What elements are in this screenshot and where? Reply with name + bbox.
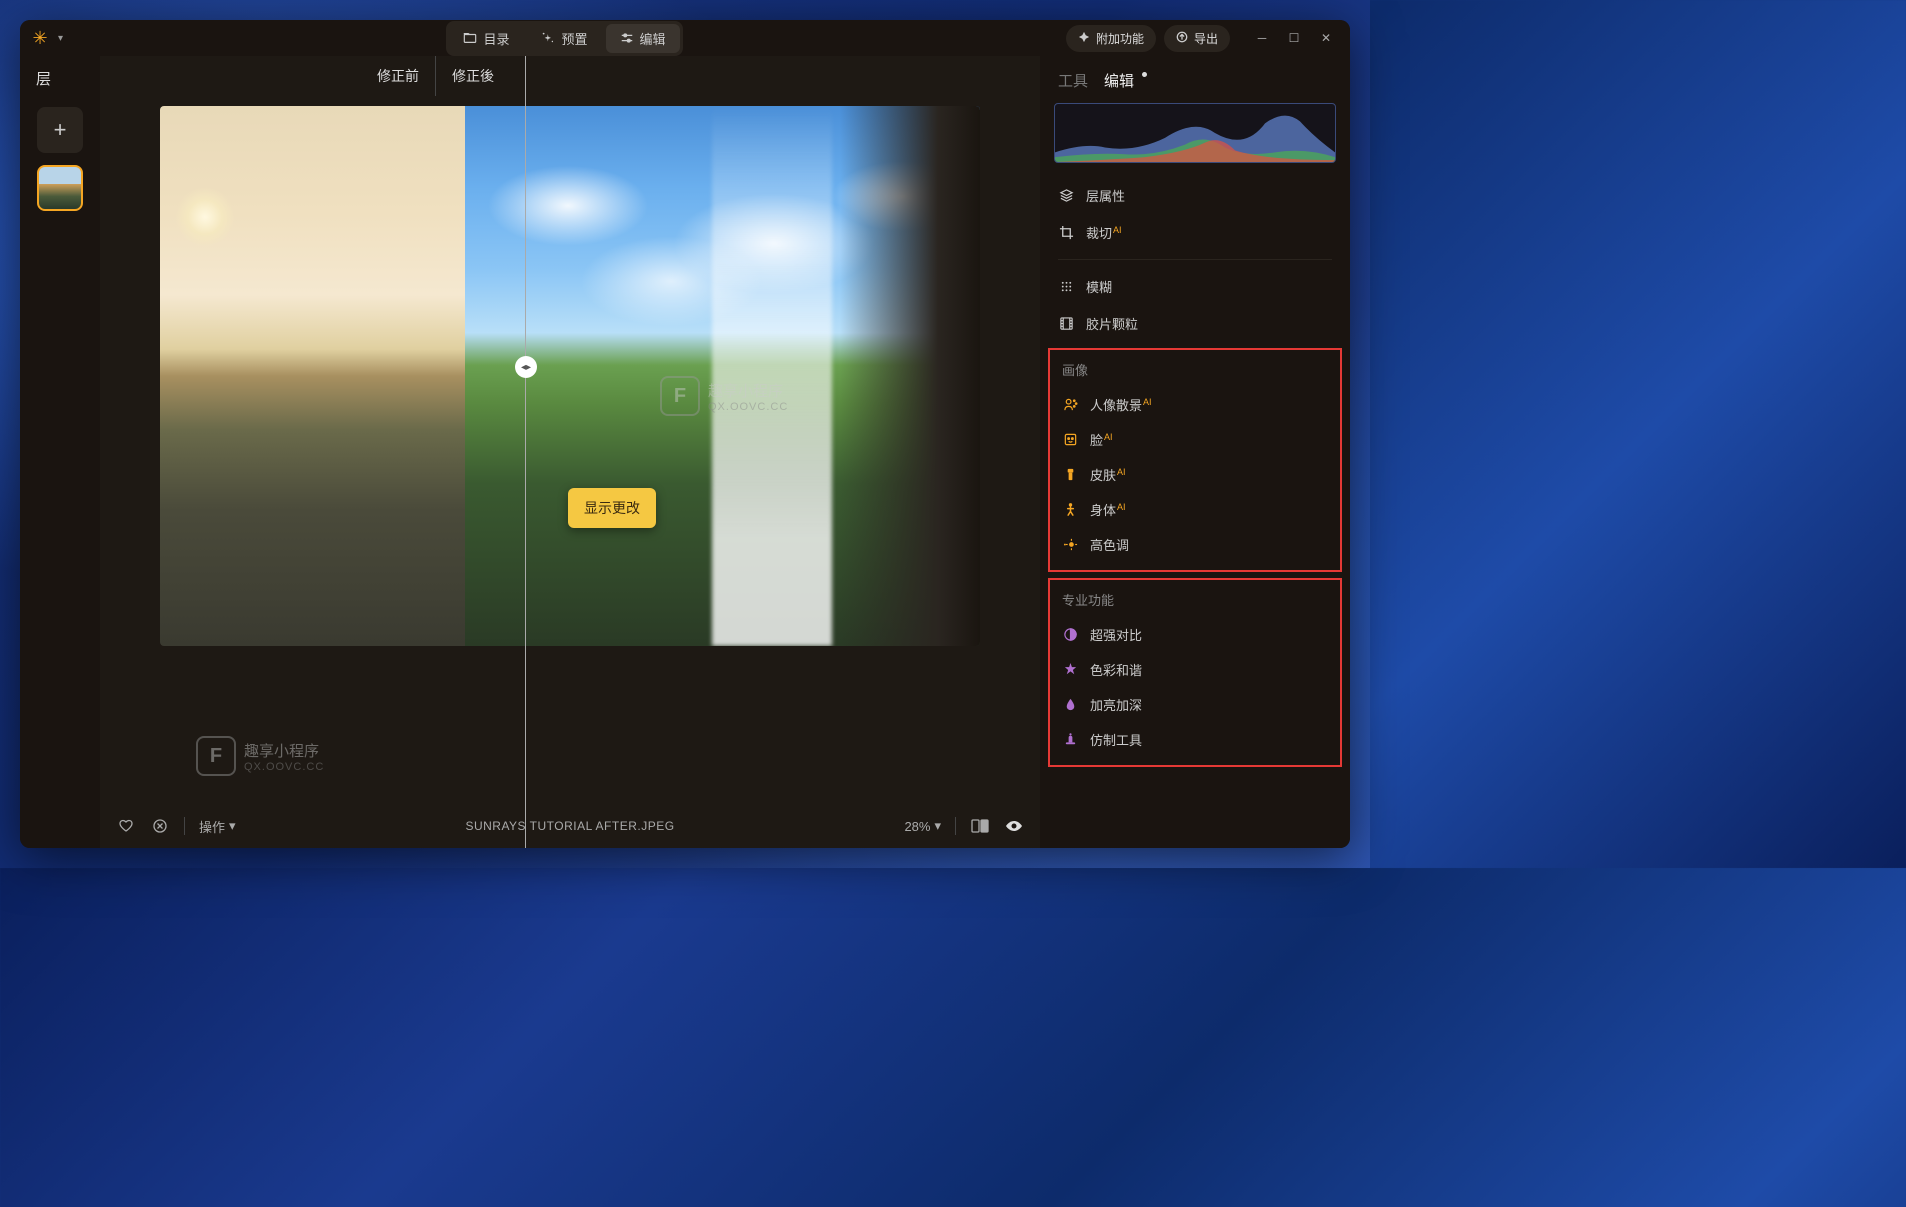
canvas-panel: 修正前 修正後 ◂▸ 显示更改 F 趣享小程序QX bbox=[100, 56, 1040, 848]
tab-edit-label: 编辑 bbox=[640, 29, 666, 48]
app-logo-icon[interactable]: ✳ bbox=[28, 26, 52, 50]
film-icon bbox=[1058, 316, 1074, 332]
tool-label: 超强对比 bbox=[1090, 625, 1142, 644]
section-title: 专业功能 bbox=[1050, 588, 1340, 617]
edit-modified-dot bbox=[1142, 72, 1147, 77]
rp-tab-tools[interactable]: 工具 bbox=[1058, 70, 1088, 91]
extras-button[interactable]: 附加功能 bbox=[1066, 25, 1156, 52]
tool-clone[interactable]: 仿制工具 bbox=[1050, 722, 1340, 757]
show-changes-tooltip: 显示更改 bbox=[568, 488, 656, 528]
body-icon bbox=[1062, 502, 1078, 518]
tool-label: 胶片颗粒 bbox=[1086, 314, 1138, 333]
tool-label: 高色调 bbox=[1090, 535, 1129, 554]
layers-title: 层 bbox=[20, 68, 51, 89]
export-label: 导出 bbox=[1194, 30, 1218, 47]
tool-contrast[interactable]: 超强对比 bbox=[1050, 617, 1340, 652]
blur-icon bbox=[1058, 279, 1074, 295]
tool-harmony[interactable]: 色彩和谐 bbox=[1050, 652, 1340, 687]
skin-icon bbox=[1062, 467, 1078, 483]
reject-icon[interactable] bbox=[150, 816, 170, 836]
compare-handle[interactable]: ◂▸ bbox=[515, 356, 537, 378]
after-label: 修正後 bbox=[436, 66, 1040, 86]
folder-icon bbox=[463, 31, 477, 45]
chevron-down-icon: ▾ bbox=[229, 818, 236, 834]
compare-toggle-icon[interactable] bbox=[970, 816, 990, 836]
layers-icon bbox=[1058, 188, 1074, 204]
operations-dropdown[interactable]: 操作 ▾ bbox=[199, 817, 236, 836]
upload-icon bbox=[1176, 31, 1188, 46]
layer-thumbnail[interactable] bbox=[37, 165, 83, 211]
tool-label: 加亮加深 bbox=[1090, 695, 1142, 714]
highkey-icon bbox=[1062, 537, 1078, 553]
ops-label: 操作 bbox=[199, 817, 225, 836]
tool-layers[interactable]: 层属性 bbox=[1040, 177, 1350, 214]
watermark: F 趣享小程序QX.OOVC.CC bbox=[196, 736, 324, 776]
favorite-icon[interactable] bbox=[116, 816, 136, 836]
mode-tabs: 目录 预置 编辑 bbox=[446, 21, 682, 56]
tools-panel: 工具 编辑 层属性裁切AI 模糊胶片颗粒 画像人像散景AI 脸AI 皮肤AI 身体AI… bbox=[1040, 56, 1350, 848]
watermark: F 趣享小程序QX.OOVC.CC bbox=[660, 376, 788, 416]
tool-label: 模糊 bbox=[1086, 277, 1112, 296]
app-window: ✳ ▾ 目录 预置 编辑 bbox=[20, 20, 1350, 848]
tab-catalog-label: 目录 bbox=[483, 29, 509, 48]
chevron-down-icon: ▾ bbox=[934, 818, 941, 834]
preview-eye-icon[interactable] bbox=[1004, 816, 1024, 836]
tool-highkey[interactable]: 高色调 bbox=[1050, 527, 1340, 562]
close-button[interactable]: ✕ bbox=[1310, 24, 1342, 52]
chevron-down-icon[interactable]: ▾ bbox=[58, 33, 63, 44]
portrait-icon bbox=[1062, 397, 1078, 413]
compare-viewer[interactable] bbox=[160, 106, 980, 646]
section-专业功能: 专业功能超强对比色彩和谐加亮加深仿制工具 bbox=[1048, 578, 1342, 767]
before-label: 修正前 bbox=[100, 66, 435, 86]
filename-label: SUNRAYS TUTORIAL AFTER.JPEG bbox=[250, 819, 891, 833]
tab-presets[interactable]: 预置 bbox=[527, 24, 601, 53]
export-button[interactable]: 导出 bbox=[1164, 25, 1230, 52]
contrast-icon bbox=[1062, 627, 1078, 643]
compare-split-line bbox=[525, 56, 526, 848]
histogram[interactable] bbox=[1054, 103, 1336, 163]
zoom-dropdown[interactable]: 28% ▾ bbox=[904, 818, 941, 834]
titlebar: ✳ ▾ 目录 预置 编辑 bbox=[20, 20, 1350, 56]
tool-label: 色彩和谐 bbox=[1090, 660, 1142, 679]
tool-body[interactable]: 身体AI bbox=[1050, 492, 1340, 527]
tool-label: 层属性 bbox=[1086, 186, 1125, 205]
tab-catalog[interactable]: 目录 bbox=[449, 24, 523, 53]
tab-presets-label: 预置 bbox=[561, 29, 587, 48]
harmony-icon bbox=[1062, 662, 1078, 678]
tool-skin[interactable]: 皮肤AI bbox=[1050, 457, 1340, 492]
before-image bbox=[160, 106, 465, 646]
add-layer-button[interactable]: + bbox=[37, 107, 83, 153]
tool-dodge[interactable]: 加亮加深 bbox=[1050, 687, 1340, 722]
tool-label: 人像散景AI bbox=[1090, 395, 1152, 414]
tool-label: 身体AI bbox=[1090, 500, 1126, 519]
sparkle-icon bbox=[541, 31, 555, 45]
sliders-icon bbox=[620, 31, 634, 45]
zoom-value: 28% bbox=[904, 819, 930, 834]
face-icon bbox=[1062, 432, 1078, 448]
tool-label: 仿制工具 bbox=[1090, 730, 1142, 749]
tool-portrait[interactable]: 人像散景AI bbox=[1050, 387, 1340, 422]
section-title: 画像 bbox=[1050, 358, 1340, 387]
tool-film[interactable]: 胶片颗粒 bbox=[1040, 305, 1350, 342]
tool-label: 脸AI bbox=[1090, 430, 1113, 449]
maximize-button[interactable]: ☐ bbox=[1278, 24, 1310, 52]
rp-tab-edit[interactable]: 编辑 bbox=[1104, 70, 1134, 91]
diamond-icon bbox=[1078, 31, 1090, 46]
tool-crop[interactable]: 裁切AI bbox=[1040, 214, 1350, 251]
layers-panel: 层 + bbox=[20, 56, 100, 848]
tool-label: 裁切AI bbox=[1086, 223, 1122, 242]
section-画像: 画像人像散景AI 脸AI 皮肤AI 身体AI 高色调 bbox=[1048, 348, 1342, 572]
tool-label: 皮肤AI bbox=[1090, 465, 1126, 484]
clone-icon bbox=[1062, 732, 1078, 748]
bottom-toolbar: 操作 ▾ SUNRAYS TUTORIAL AFTER.JPEG 28% ▾ bbox=[100, 804, 1040, 848]
tool-blur[interactable]: 模糊 bbox=[1040, 268, 1350, 305]
crop-icon bbox=[1058, 225, 1074, 241]
tab-edit[interactable]: 编辑 bbox=[606, 24, 680, 53]
tool-face[interactable]: 脸AI bbox=[1050, 422, 1340, 457]
minimize-button[interactable]: ─ bbox=[1246, 24, 1278, 52]
extras-label: 附加功能 bbox=[1096, 30, 1144, 47]
dodge-icon bbox=[1062, 697, 1078, 713]
